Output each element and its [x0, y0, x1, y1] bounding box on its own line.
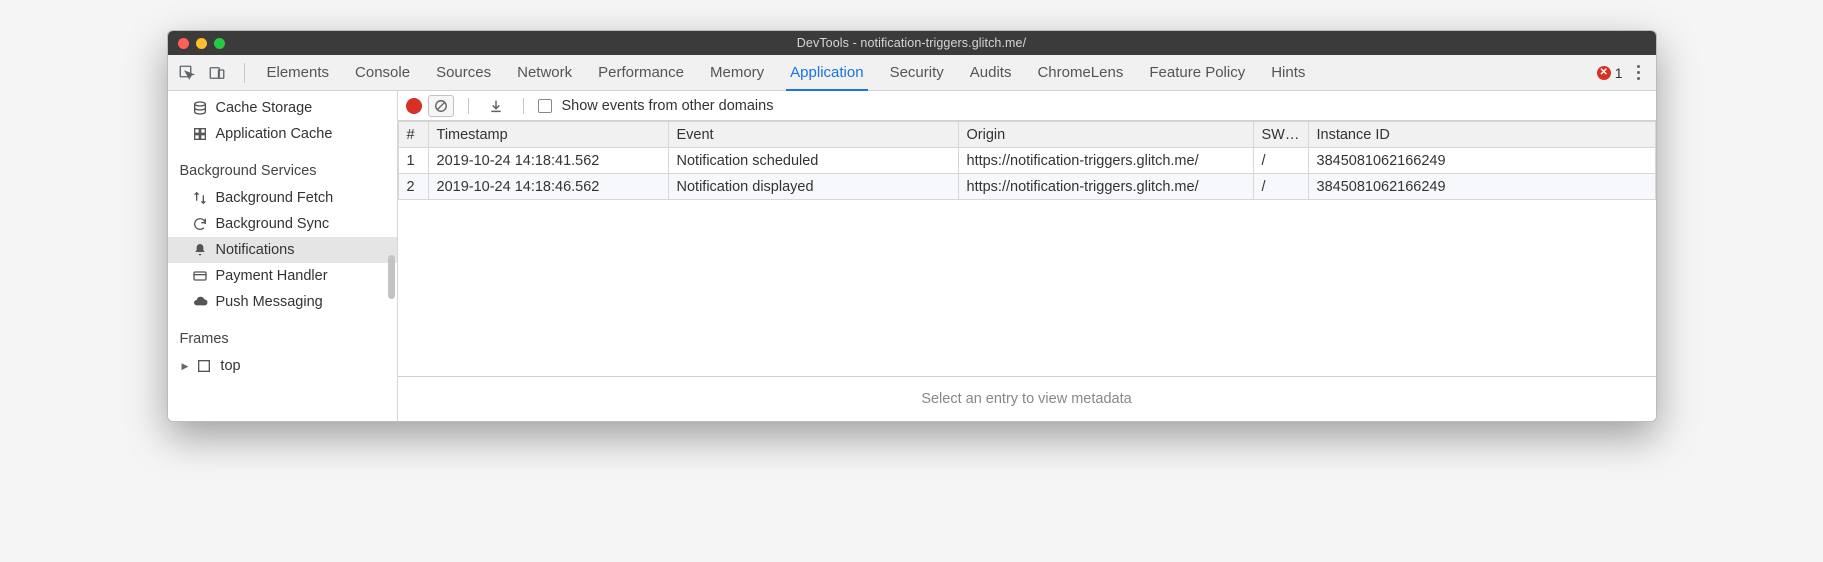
devtools-window: DevTools - notification-triggers.glitch.… [167, 30, 1657, 422]
col-header-instance-id[interactable]: Instance ID [1308, 122, 1655, 148]
tab-performance[interactable]: Performance [596, 55, 686, 90]
sidebar-section-frames: Frames [168, 321, 397, 353]
download-icon [488, 98, 504, 114]
show-other-domains-label: Show events from other domains [562, 98, 774, 114]
more-menu-button[interactable] [1631, 61, 1646, 84]
cell-num: 1 [398, 148, 428, 174]
db-icon [192, 100, 208, 116]
detail-pane-placeholder: Select an entry to view metadata [398, 377, 1656, 421]
cell-instance: 3845081062166249 [1308, 148, 1655, 174]
sidebar-item-label: Background Sync [216, 216, 330, 232]
sidebar-item-background-fetch[interactable]: Background Fetch [168, 185, 397, 211]
titlebar: DevTools - notification-triggers.glitch.… [168, 31, 1656, 55]
tab-audits[interactable]: Audits [968, 55, 1014, 90]
sidebar-item-push-messaging[interactable]: Push Messaging [168, 289, 397, 315]
sidebar-item-label: Application Cache [216, 126, 333, 142]
close-window-button[interactable] [178, 38, 189, 49]
inspect-element-button[interactable] [174, 60, 200, 86]
sidebar-item-notifications[interactable]: Notifications [168, 237, 397, 263]
sidebar-item-label: Background Fetch [216, 190, 334, 206]
main-tabbar: Elements Console Sources Network Performance… [168, 55, 1656, 91]
sidebar-item-label: Notifications [216, 242, 295, 258]
cell-sw: / [1253, 148, 1308, 174]
sidebar-item-background-sync[interactable]: Background Sync [168, 211, 397, 237]
cell-sw: / [1253, 174, 1308, 200]
tab-sources[interactable]: Sources [434, 55, 493, 90]
table-row[interactable]: 12019-10-24 14:18:41.562Notification sch… [398, 148, 1655, 174]
separator [244, 63, 245, 83]
sidebar-item-label: top [220, 358, 240, 374]
grid-icon [192, 126, 208, 142]
separator [468, 98, 469, 114]
table-row[interactable]: 22019-10-24 14:18:46.562Notification dis… [398, 174, 1655, 200]
cell-origin: https://notification-triggers.glitch.me/ [958, 148, 1253, 174]
separator [523, 98, 524, 114]
cell-num: 2 [398, 174, 428, 200]
sidebar-item-payment-handler[interactable]: Payment Handler [168, 263, 397, 289]
tab-security[interactable]: Security [888, 55, 946, 90]
cell-event: Notification scheduled [668, 148, 958, 174]
frame-icon [196, 358, 212, 374]
pointer-icon [178, 64, 196, 82]
col-header-timestamp[interactable]: Timestamp [428, 122, 668, 148]
sidebar-scrollbar-thumb[interactable] [388, 255, 395, 299]
cloud-icon [192, 294, 208, 310]
tab-hints[interactable]: Hints [1269, 55, 1307, 90]
sidebar-item-label: Push Messaging [216, 294, 323, 310]
show-other-domains-checkbox[interactable] [538, 99, 552, 113]
application-sidebar: Cache Storage Application Cache Backgroun… [168, 91, 398, 421]
sidebar-item-cache-storage[interactable]: Cache Storage [168, 95, 397, 121]
tab-network[interactable]: Network [515, 55, 574, 90]
sidebar-section-background-services: Background Services [168, 153, 397, 185]
tab-console[interactable]: Console [353, 55, 412, 90]
cell-timestamp: 2019-10-24 14:18:46.562 [428, 174, 668, 200]
tab-application[interactable]: Application [788, 55, 865, 90]
sidebar-item-top[interactable]: ▶ top [168, 353, 397, 379]
col-header-number[interactable]: # [398, 122, 428, 148]
tab-chromelens[interactable]: ChromeLens [1035, 55, 1125, 90]
sidebar-item-label: Payment Handler [216, 268, 328, 284]
window-title: DevTools - notification-triggers.glitch.… [168, 36, 1656, 50]
swap-icon [192, 190, 208, 206]
cell-instance: 3845081062166249 [1308, 174, 1655, 200]
events-toolbar: Show events from other domains [398, 91, 1656, 121]
record-button[interactable] [406, 98, 422, 114]
cell-timestamp: 2019-10-24 14:18:41.562 [428, 148, 668, 174]
tab-memory[interactable]: Memory [708, 55, 766, 90]
error-count: 1 [1615, 65, 1623, 81]
cell-event: Notification displayed [668, 174, 958, 200]
minimize-window-button[interactable] [196, 38, 207, 49]
sidebar-item-label: Cache Storage [216, 100, 313, 116]
cell-origin: https://notification-triggers.glitch.me/ [958, 174, 1253, 200]
card-icon [192, 268, 208, 284]
window-controls [168, 38, 225, 49]
no-symbol-icon [434, 99, 448, 113]
col-header-event[interactable]: Event [668, 122, 958, 148]
expand-triangle-icon: ▶ [182, 361, 189, 372]
device-toolbar-button[interactable] [204, 60, 230, 86]
tab-feature-policy[interactable]: Feature Policy [1147, 55, 1247, 90]
table-header-row: # Timestamp Event Origin SW … Instance I… [398, 122, 1655, 148]
events-table: # Timestamp Event Origin SW … Instance I… [398, 121, 1656, 200]
devices-icon [208, 64, 226, 82]
error-count-badge[interactable]: ✕ 1 [1597, 65, 1623, 81]
error-icon: ✕ [1597, 66, 1611, 80]
zoom-window-button[interactable] [214, 38, 225, 49]
clear-button[interactable] [428, 95, 454, 117]
tab-elements[interactable]: Elements [265, 55, 332, 90]
col-header-sw-scope[interactable]: SW … [1253, 122, 1308, 148]
download-button[interactable] [483, 93, 509, 119]
sync-icon [192, 216, 208, 232]
events-table-wrap: # Timestamp Event Origin SW … Instance I… [398, 121, 1656, 377]
main-panel: Show events from other domains # Timesta… [398, 91, 1656, 421]
bell-icon [192, 242, 208, 258]
col-header-origin[interactable]: Origin [958, 122, 1253, 148]
sidebar-item-application-cache[interactable]: Application Cache [168, 121, 397, 147]
